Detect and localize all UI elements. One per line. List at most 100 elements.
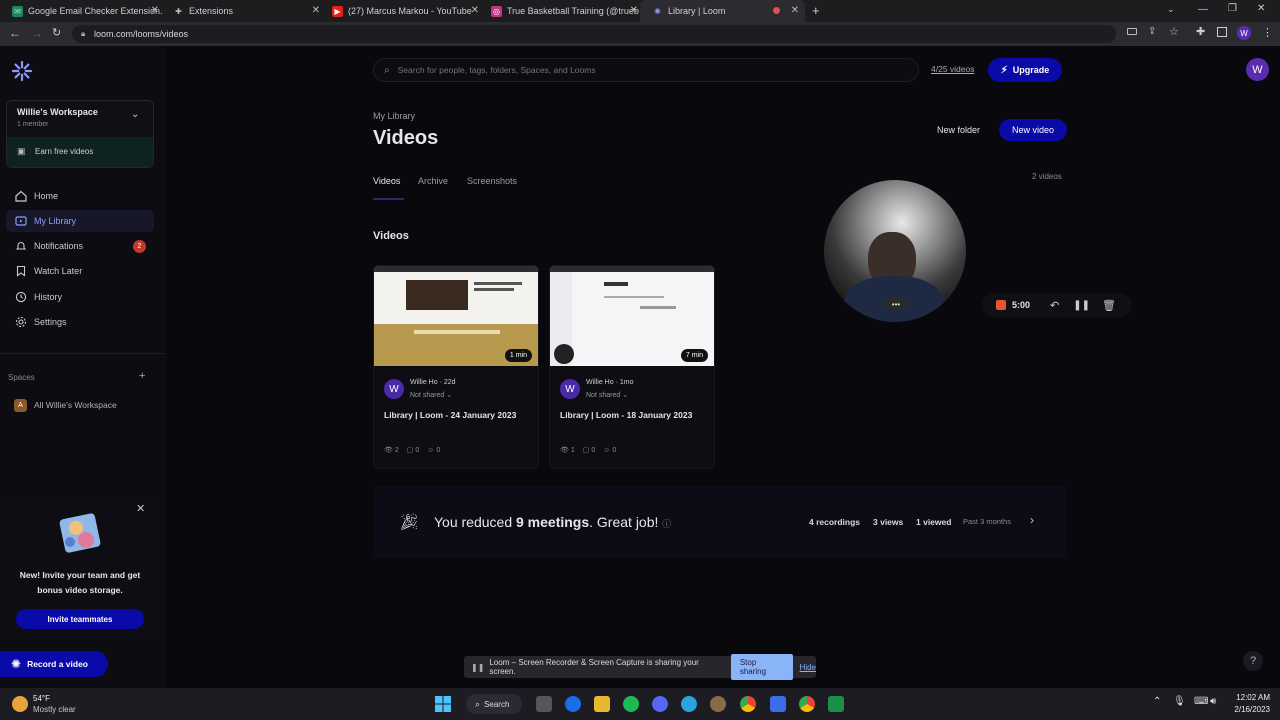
- sidebar-item-my-library[interactable]: My Library: [6, 210, 154, 232]
- network-icon[interactable]: ⌨︎: [1194, 696, 1208, 707]
- spreadsheet-icon[interactable]: [828, 696, 844, 712]
- browser-menu-icon[interactable]: ⋮: [1262, 26, 1273, 39]
- close-tab-icon[interactable]: ✕: [791, 5, 799, 16]
- search-input[interactable]: [397, 65, 898, 75]
- app-icon[interactable]: [710, 696, 726, 712]
- browser-tab-youtube[interactable]: ▶ (27) Marcus Markou - YouTube ✕: [320, 0, 485, 22]
- workspace-switcher[interactable]: Willie's Workspace 1 member ⌄ ▣ Earn fre…: [6, 100, 154, 168]
- file-explorer-icon[interactable]: [594, 696, 610, 712]
- sidebar-item-history[interactable]: History: [6, 286, 154, 308]
- trash-icon[interactable]: 🗑︎: [1102, 299, 1116, 312]
- viewed-stat: 1 viewed: [916, 517, 952, 527]
- close-tab-icon[interactable]: ✕: [151, 5, 159, 16]
- sidebar-item-label: Settings: [34, 317, 67, 327]
- puzzle-icon: ✚: [175, 6, 182, 16]
- minimize-window-icon[interactable]: —: [1198, 4, 1208, 15]
- chrome-profile-icon[interactable]: [799, 696, 815, 712]
- record-video-button[interactable]: ✺ Record a video: [0, 651, 108, 677]
- forward-icon[interactable]: →: [31, 26, 43, 40]
- camera-menu-icon[interactable]: •••: [884, 298, 908, 310]
- close-tab-icon[interactable]: ✕: [471, 5, 479, 16]
- tab-screenshots[interactable]: Screenshots: [467, 176, 517, 186]
- camera-icon[interactable]: [1127, 28, 1137, 35]
- notepad-icon[interactable]: [770, 696, 786, 712]
- profile-avatar[interactable]: W: [1237, 26, 1251, 40]
- browser-tab-gmail-checker[interactable]: ✉ Google Email Checker Extension. ✕: [0, 0, 165, 22]
- hide-button[interactable]: Hide: [800, 663, 816, 672]
- video-count-link[interactable]: 4/25 videos: [931, 64, 974, 74]
- restore-window-icon[interactable]: ❐: [1228, 3, 1237, 14]
- space-item[interactable]: A All Willie's Workspace: [14, 398, 154, 412]
- breadcrumb[interactable]: My Library: [373, 111, 415, 121]
- search-bar[interactable]: ⌕: [373, 58, 919, 82]
- sharing-message: Loom – Screen Recorder & Screen Capture …: [489, 658, 699, 676]
- reload-icon[interactable]: ↻: [52, 26, 61, 39]
- invite-teammates-button[interactable]: Invite teammates: [16, 609, 144, 629]
- star-icon[interactable]: ☆: [1169, 25, 1179, 38]
- volume-icon[interactable]: 🔊︎: [1210, 696, 1216, 707]
- browser-tab-loom[interactable]: ✺ Library | Loom ✕: [640, 0, 805, 22]
- sidebar-item-label: My Library: [34, 216, 77, 226]
- telegram-icon[interactable]: [681, 696, 697, 712]
- spotify-icon[interactable]: [623, 696, 639, 712]
- sidebar-item-home[interactable]: Home: [6, 185, 154, 207]
- close-tab-icon[interactable]: ✕: [630, 5, 638, 16]
- video-title[interactable]: Library | Loom - 24 January 2023: [384, 410, 516, 420]
- video-card[interactable]: 1 min W Willie Ho · 22d Not shared ⌄ Lib…: [373, 265, 539, 469]
- user-avatar[interactable]: W: [1246, 58, 1269, 81]
- restart-icon[interactable]: ↶: [1050, 299, 1059, 312]
- browser-tab-strip: ✉ Google Email Checker Extension. ✕ ✚ Ex…: [0, 0, 1280, 22]
- new-folder-button[interactable]: New folder: [925, 119, 992, 141]
- address-bar[interactable]: 🔒︎ loom.com/looms/videos: [72, 25, 1116, 43]
- back-icon[interactable]: ←: [9, 26, 21, 40]
- video-card[interactable]: 7 min W Willie Ho · 1mo Not shared ⌄ Lib…: [549, 265, 715, 469]
- tab-archive[interactable]: Archive: [418, 176, 448, 186]
- new-video-button[interactable]: New video: [999, 119, 1067, 141]
- sidebar-item-watch-later[interactable]: Watch Later: [6, 260, 154, 282]
- tab-videos[interactable]: Videos: [373, 176, 400, 186]
- upgrade-button[interactable]: ⚡︎ Upgrade: [988, 58, 1062, 82]
- browser-tab-extensions[interactable]: ✚ Extensions ✕: [161, 0, 326, 22]
- insights-banner[interactable]: 🎉︎ You reduced 9 meetings. Great job! ⓘ …: [373, 486, 1067, 558]
- pause-icon[interactable]: ❚❚: [1073, 300, 1090, 311]
- notification-count-badge: 2: [133, 240, 146, 253]
- microphone-icon[interactable]: 🎙︎: [1173, 696, 1186, 707]
- clock-time[interactable]: 12:02 AM: [1230, 693, 1270, 702]
- close-icon[interactable]: ✕: [136, 502, 145, 515]
- sidebar-divider: [0, 353, 166, 354]
- loom-logo-icon[interactable]: [11, 60, 33, 82]
- chevron-right-icon[interactable]: ›: [1030, 513, 1034, 527]
- new-tab-button[interactable]: +: [812, 3, 820, 18]
- close-window-icon[interactable]: ✕: [1257, 3, 1265, 14]
- share-status-dropdown[interactable]: Not shared ⌄: [410, 391, 452, 399]
- help-button[interactable]: ?: [1243, 651, 1263, 671]
- clock-date[interactable]: 2/16/2023: [1230, 705, 1270, 714]
- zoom-icon[interactable]: [565, 696, 581, 712]
- extensions-icon[interactable]: ✚: [1196, 25, 1205, 38]
- weather-icon[interactable]: [12, 696, 28, 712]
- share-icon[interactable]: ⇪: [1148, 26, 1156, 37]
- close-tab-icon[interactable]: ✕: [312, 5, 320, 16]
- sidebar-item-settings[interactable]: Settings: [6, 311, 154, 333]
- chrome-icon[interactable]: [740, 696, 756, 712]
- earn-free-videos-link[interactable]: ▣ Earn free videos: [7, 137, 153, 167]
- sidebar-item-notifications[interactable]: Notifications 2: [6, 235, 154, 257]
- eye-icon: 👁︎ 1: [560, 447, 575, 454]
- tab-search-chevron-icon[interactable]: ⌄: [1167, 4, 1175, 15]
- browser-tab-instagram[interactable]: ◎ True Basketball Training (@trueb ✕: [479, 0, 644, 22]
- taskbar-search[interactable]: ⌕ Search: [466, 694, 522, 714]
- side-panel-icon[interactable]: [1217, 27, 1227, 37]
- camera-bubble[interactable]: •••: [824, 180, 966, 322]
- space-avatar: A: [14, 398, 27, 412]
- windows-start-icon[interactable]: [435, 696, 451, 712]
- stop-sharing-button[interactable]: Stop sharing: [730, 654, 793, 680]
- comment-icon: ▢ 0: [582, 447, 596, 454]
- add-space-button[interactable]: +: [139, 370, 145, 382]
- gmail-checker-icon: ✉: [12, 5, 23, 17]
- video-title[interactable]: Library | Loom - 18 January 2023: [560, 410, 692, 420]
- stop-recording-button[interactable]: [996, 300, 1006, 310]
- chevron-up-icon[interactable]: ⌃: [1153, 696, 1161, 707]
- task-view-icon[interactable]: [536, 696, 552, 712]
- share-status-dropdown[interactable]: Not shared ⌄: [586, 391, 628, 399]
- discord-icon[interactable]: [652, 696, 668, 712]
